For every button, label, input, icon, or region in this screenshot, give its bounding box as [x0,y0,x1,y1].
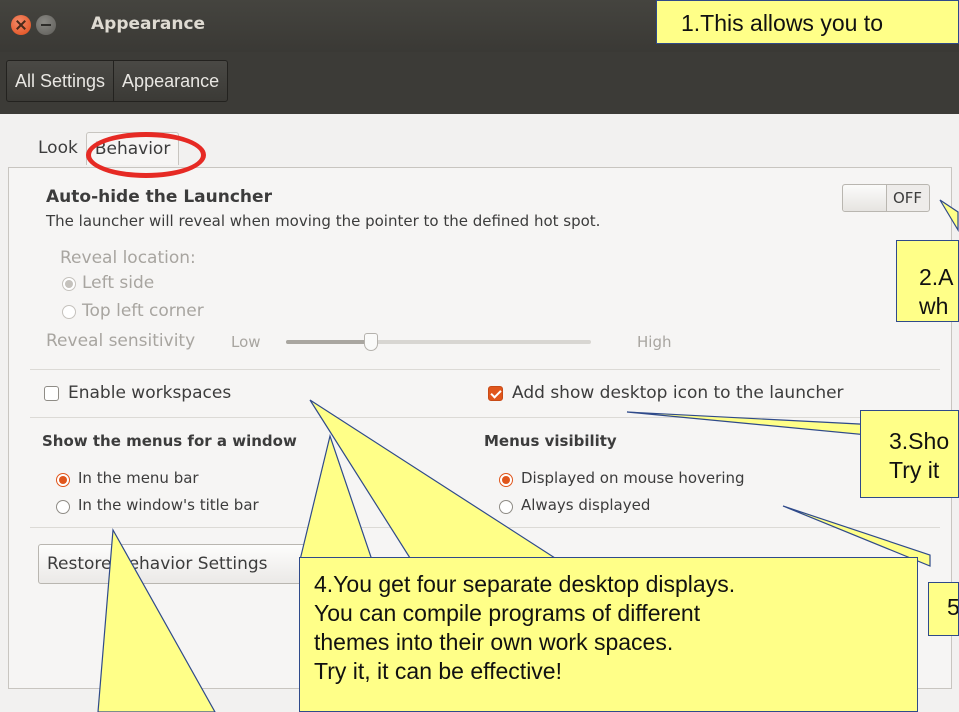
annotation-4-line2: You can compile programs of different [314,600,701,626]
annotation-4-line4: Try it, it can be effective! [314,658,562,684]
annotation-2-line2: wh [919,293,949,319]
annotation-4-line3: themes into their own work spaces. [314,629,674,655]
annotation-3-line1: 3.Sho [889,428,950,454]
annotation-3-line2: Try it [889,457,940,483]
annotation-1: 1.This allows you to [656,0,959,44]
annotation-3: 3.Sho Try it [860,410,959,498]
annotation-4-line1: 4.You get four separate desktop displays… [314,571,736,597]
annotation-5-text: 5 [947,594,959,620]
annotation-2: 2.A wh [896,240,959,322]
annotation-5: 5 [928,582,959,636]
annotation-4: 4.You get four separate desktop displays… [299,557,918,712]
annotation-1-text: 1.This allows you to [681,10,883,36]
highlight-circle [86,132,206,178]
annotation-2-line1: 2.A [919,264,954,290]
